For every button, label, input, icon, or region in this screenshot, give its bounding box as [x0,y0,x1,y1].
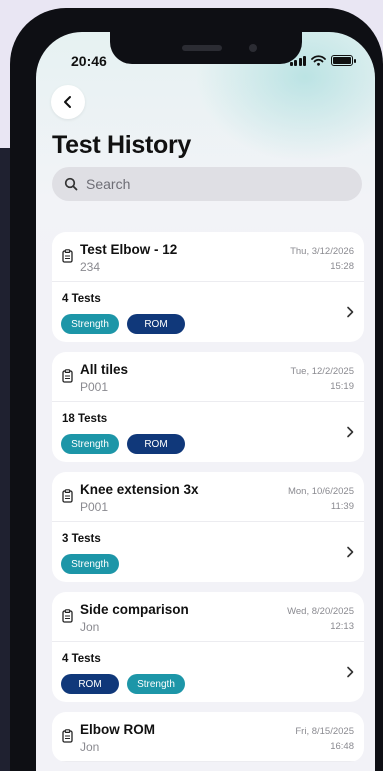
test-count: 4 Tests [62,653,101,665]
chevron-left-icon [64,96,71,108]
tag-strength: Strength [61,434,119,454]
session-title: Elbow ROM [80,722,155,737]
session-title: Knee extension 3x [80,482,199,497]
session-card-body: 4 Tests ROM Strength [52,642,364,702]
test-count: 3 Tests [62,533,101,545]
tag-list: Strength [61,554,119,574]
phone-frame: 20:46 Test History Search Test Elbow - 1… [10,8,383,771]
search-input[interactable]: Search [86,176,130,192]
session-title: Test Elbow - 12 [80,242,178,257]
session-card-header: All tiles P001 Tue, 12/2/2025 15:19 [52,352,364,402]
chevron-right-icon [346,305,354,323]
wifi-icon [311,54,326,66]
tag-rom: ROM [61,674,119,694]
session-date: Thu, 3/12/2026 [290,246,354,257]
session-time: 12:13 [330,621,354,632]
test-count: 4 Tests [62,293,101,305]
session-subject: 234 [80,260,101,274]
clipboard-icon [62,249,73,268]
session-card-header: Knee extension 3x P001 Mon, 10/6/2025 11:39 [52,472,364,522]
tag-list: Strength ROM [61,434,185,454]
session-datetime: Fri, 8/15/2025 16:48 [295,724,354,754]
session-time: 11:39 [330,501,354,512]
session-card-header: Test Elbow - 12 234 Thu, 3/12/2026 15:28 [52,232,364,282]
session-datetime: Wed, 8/20/2025 12:13 [287,604,354,634]
test-count: 18 Tests [62,413,108,425]
search-bar[interactable]: Search [52,167,362,201]
session-card-body: 4 Tests Strength ROM [52,282,364,342]
session-datetime: Tue, 12/2/2025 15:19 [290,364,354,394]
session-subject: P001 [80,500,109,514]
session-card-header: Side comparison Jon Wed, 8/20/2025 12:13 [52,592,364,642]
tag-strength: Strength [61,314,119,334]
back-button[interactable] [51,85,85,119]
session-time: 16:48 [330,741,354,752]
session-card-header: Elbow ROM Jon Fri, 8/15/2025 16:48 [52,712,364,762]
session-datetime: Thu, 3/12/2026 15:28 [290,244,354,274]
session-card-body: 18 Tests Strength ROM [52,402,364,462]
page-title: Test History [52,131,192,159]
session-subject: Jon [80,620,100,634]
dynamic-island [110,32,302,64]
app-screen: 20:46 Test History Search Test Elbow - 1… [36,32,375,771]
tag-strength: Strength [127,674,185,694]
session-card[interactable]: Test Elbow - 12 234 Thu, 3/12/2026 15:28 4 T… [52,232,364,342]
session-time: 15:19 [330,381,354,392]
status-time: 20:46 [71,53,107,69]
camera-dot [249,44,257,52]
tag-list: Strength ROM [61,314,185,334]
session-card[interactable]: Side comparison Jon Wed, 8/20/2025 12:13 4 T… [52,592,364,702]
tag-rom: ROM [127,434,185,454]
clipboard-icon [62,489,73,508]
session-card-body: 3 Tests Strength [52,522,364,582]
session-date: Mon, 10/6/2025 [287,486,354,497]
session-date: Tue, 12/2/2025 [290,366,354,377]
session-subject: P001 [80,380,109,394]
session-date: Fri, 8/15/2025 [295,726,354,737]
clipboard-icon [62,609,73,628]
session-datetime: Mon, 10/6/2025 11:39 [288,484,354,514]
chevron-right-icon [346,545,354,563]
session-subject: Jon [80,740,100,754]
session-card[interactable]: Knee extension 3x P001 Mon, 10/6/2025 11:39… [52,472,364,582]
clipboard-icon [62,729,73,748]
tag-rom: ROM [127,314,185,334]
session-title: Side comparison [80,602,189,617]
status-icons [289,53,356,67]
session-time: 15:28 [330,261,354,272]
tag-list: ROM Strength [61,674,185,694]
speaker-grille [182,45,222,51]
session-title: All tiles [80,362,129,377]
search-icon [64,177,78,191]
clipboard-icon [62,369,73,388]
tag-strength: Strength [61,554,119,574]
session-list: Test Elbow - 12 234 Thu, 3/12/2026 15:28 4 T… [52,232,364,771]
signal-icon [289,55,306,66]
session-date: Wed, 8/20/2025 [287,606,354,617]
chevron-right-icon [346,425,354,443]
session-card[interactable]: All tiles P001 Tue, 12/2/2025 15:19 18 Tests… [52,352,364,462]
chevron-right-icon [346,665,354,683]
session-card[interactable]: Elbow ROM Jon Fri, 8/15/2025 16:48 [52,712,364,762]
battery-icon [331,54,356,66]
